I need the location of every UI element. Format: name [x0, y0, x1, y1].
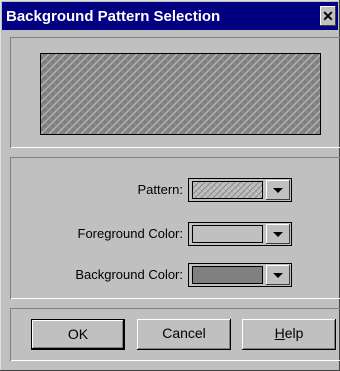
cancel-button[interactable]: Cancel — [137, 319, 231, 350]
window-title: Background Pattern Selection — [6, 8, 221, 25]
chevron-down-icon[interactable] — [266, 224, 290, 244]
buttons-panel: OK Cancel Help — [10, 308, 340, 361]
background-pattern-dialog: Background Pattern Selection ✕ Pattern: — [0, 0, 340, 371]
pattern-preview — [40, 53, 321, 135]
pattern-row: Pattern: — [10, 178, 340, 202]
pattern-dropdown[interactable] — [188, 178, 292, 202]
close-icon[interactable]: ✕ — [320, 6, 336, 26]
pattern-swatch — [192, 181, 263, 199]
chevron-down-icon[interactable] — [266, 265, 290, 285]
background-color-swatch — [192, 266, 263, 284]
foreground-row: Foreground Color: — [10, 222, 340, 246]
help-label: elp — [284, 325, 304, 341]
title-bar[interactable]: Background Pattern Selection ✕ — [2, 2, 338, 30]
controls-panel: Pattern: Foreground Color: Background Co… — [10, 157, 340, 299]
help-mnemonic: H — [274, 325, 285, 341]
background-row: Background Color: — [10, 263, 340, 287]
foreground-color-swatch — [192, 225, 263, 243]
help-button[interactable]: Help — [242, 319, 336, 350]
background-color-label: Background Color: — [75, 267, 183, 282]
preview-panel — [10, 37, 340, 148]
pattern-label: Pattern: — [137, 182, 183, 197]
chevron-down-icon[interactable] — [266, 180, 290, 200]
ok-button[interactable]: OK — [31, 319, 125, 350]
background-color-dropdown[interactable] — [188, 263, 292, 287]
foreground-color-dropdown[interactable] — [188, 222, 292, 246]
foreground-color-label: Foreground Color: — [77, 226, 184, 241]
